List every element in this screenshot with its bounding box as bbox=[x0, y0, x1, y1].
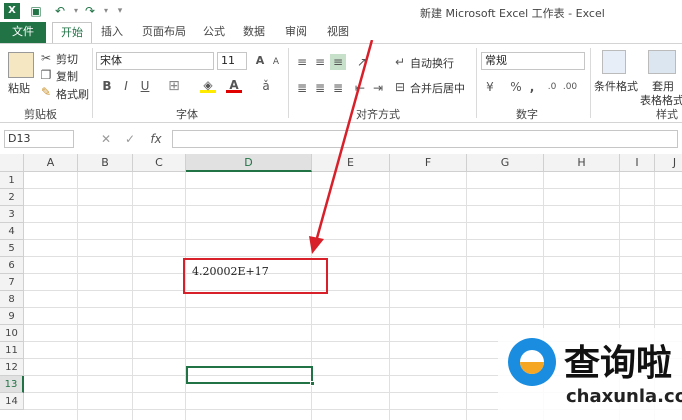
column-header-a[interactable]: A bbox=[24, 154, 78, 172]
row-header-6[interactable]: 6 bbox=[0, 257, 24, 274]
increase-decimal-icon[interactable]: .0 bbox=[544, 79, 560, 95]
tab-page-layout[interactable]: 页面布局 bbox=[136, 22, 192, 44]
conditional-format-icon[interactable] bbox=[602, 50, 626, 74]
paste-icon[interactable] bbox=[8, 52, 34, 78]
font-group-label: 字体 bbox=[176, 108, 198, 121]
insert-function-icon[interactable]: fx bbox=[146, 131, 166, 147]
annotation-arrow bbox=[309, 40, 374, 254]
column-header-f[interactable]: F bbox=[390, 154, 467, 172]
row-header-12[interactable]: 12 bbox=[0, 359, 24, 376]
watermark-logo-icon bbox=[508, 338, 556, 386]
column-header-h[interactable]: H bbox=[544, 154, 620, 172]
underline-button[interactable]: U bbox=[137, 78, 153, 94]
row-header-11[interactable]: 11 bbox=[0, 342, 24, 359]
title-bar: X ▣ ↶ ▾ ↷ ▾ ▾ 新建 Microsoft Excel 工作表 - E… bbox=[0, 0, 682, 22]
tab-file[interactable]: 文件 bbox=[0, 22, 46, 44]
row-header-10[interactable]: 10 bbox=[0, 325, 24, 342]
column-header-b[interactable]: B bbox=[78, 154, 133, 172]
comma-button[interactable]: , bbox=[524, 79, 540, 95]
italic-button[interactable]: I bbox=[118, 78, 134, 94]
name-box[interactable]: D13 bbox=[4, 130, 74, 148]
divider bbox=[288, 48, 289, 118]
bold-button[interactable]: B bbox=[99, 78, 115, 94]
column-header-i[interactable]: I bbox=[620, 154, 655, 172]
font-name-select[interactable]: 宋体 bbox=[96, 52, 214, 70]
format-painter-button[interactable]: 格式刷 bbox=[56, 86, 89, 102]
cut-button[interactable]: 剪切 bbox=[56, 51, 78, 67]
tab-insert[interactable]: 插入 bbox=[96, 22, 128, 44]
customize-toolbar-icon[interactable]: ▾ bbox=[112, 3, 128, 19]
wrap-text-icon[interactable]: ↵ bbox=[392, 54, 408, 70]
phonetic-icon[interactable]: ǎ bbox=[258, 78, 274, 94]
row-header-4[interactable]: 4 bbox=[0, 223, 24, 240]
copy-button[interactable]: 复制 bbox=[56, 68, 78, 84]
select-all-corner[interactable] bbox=[0, 154, 24, 172]
grid-line bbox=[466, 172, 467, 420]
cut-icon[interactable]: ✂ bbox=[38, 50, 54, 66]
watermark-title: 查询啦 bbox=[564, 343, 673, 384]
font-size-select[interactable]: 11 bbox=[217, 52, 247, 70]
tab-formulas[interactable]: 公式 bbox=[198, 22, 230, 44]
increase-font-icon[interactable]: A bbox=[252, 53, 268, 69]
cancel-icon[interactable]: ✕ bbox=[98, 131, 114, 147]
fill-handle[interactable] bbox=[310, 381, 315, 386]
column-header-j[interactable]: J bbox=[655, 154, 682, 172]
number-group-label: 数字 bbox=[516, 108, 538, 121]
wrap-text-button[interactable]: 自动换行 bbox=[410, 55, 454, 71]
clipboard-group-label: 剪贴板 bbox=[24, 108, 57, 121]
font-color-icon[interactable]: A bbox=[226, 77, 242, 93]
paste-button[interactable]: 粘贴 bbox=[8, 80, 30, 96]
tab-home[interactable]: 开始 bbox=[52, 22, 92, 44]
enter-icon[interactable]: ✓ bbox=[122, 131, 138, 147]
row-header-13[interactable]: 13 bbox=[0, 376, 24, 393]
styles-group-label: 样式 bbox=[656, 108, 678, 121]
merge-center-button[interactable]: 合并后居中 bbox=[410, 80, 465, 96]
grid-line bbox=[389, 172, 390, 420]
row-header-14[interactable]: 14 bbox=[0, 393, 24, 410]
border-icon[interactable]: ⊞ bbox=[166, 78, 182, 94]
annotation-box bbox=[183, 258, 328, 294]
merge-center-icon[interactable]: ⊟ bbox=[392, 79, 408, 95]
watermark: 查询啦 chaxunla.com bbox=[498, 328, 682, 420]
selected-cell-d13[interactable] bbox=[186, 366, 315, 386]
redo-icon[interactable]: ↷ bbox=[82, 3, 98, 19]
divider bbox=[92, 48, 93, 118]
window-title: 新建 Microsoft Excel 工作表 - Excel bbox=[420, 7, 605, 20]
row-header-5[interactable]: 5 bbox=[0, 240, 24, 257]
percent-button[interactable]: % bbox=[508, 79, 524, 95]
grid-line bbox=[132, 172, 133, 420]
column-header-d[interactable]: D bbox=[186, 154, 312, 172]
undo-icon[interactable]: ↶ bbox=[52, 3, 68, 19]
divider bbox=[476, 48, 477, 118]
column-header-g[interactable]: G bbox=[467, 154, 544, 172]
fill-color-icon[interactable]: ◈ bbox=[200, 77, 216, 93]
excel-logo-icon: X bbox=[4, 3, 20, 19]
grid-line bbox=[77, 172, 78, 420]
format-painter-icon[interactable]: ✎ bbox=[38, 84, 54, 100]
conditional-format-button[interactable]: 条件格式 bbox=[594, 78, 638, 94]
divider bbox=[590, 48, 591, 118]
row-header-8[interactable]: 8 bbox=[0, 291, 24, 308]
copy-icon[interactable]: ❐ bbox=[38, 67, 54, 83]
watermark-url: chaxunla.com bbox=[566, 386, 682, 407]
table-format-icon[interactable] bbox=[648, 50, 676, 74]
row-header-2[interactable]: 2 bbox=[0, 189, 24, 206]
tab-data[interactable]: 数据 bbox=[238, 22, 270, 44]
row-header-9[interactable]: 9 bbox=[0, 308, 24, 325]
formula-input[interactable] bbox=[172, 130, 678, 148]
row-header-3[interactable]: 3 bbox=[0, 206, 24, 223]
decrease-font-icon[interactable]: A bbox=[268, 54, 284, 70]
decrease-decimal-icon[interactable]: .00 bbox=[562, 79, 578, 95]
row-header-7[interactable]: 7 bbox=[0, 274, 24, 291]
currency-icon[interactable]: ¥ bbox=[482, 79, 498, 95]
save-icon[interactable]: ▣ bbox=[28, 3, 44, 19]
column-header-c[interactable]: C bbox=[133, 154, 186, 172]
row-header-1[interactable]: 1 bbox=[0, 172, 24, 189]
excel-window: X ▣ ↶ ▾ ↷ ▾ ▾ 新建 Microsoft Excel 工作表 - E… bbox=[0, 0, 682, 420]
number-format-select[interactable]: 常规 bbox=[481, 52, 585, 70]
